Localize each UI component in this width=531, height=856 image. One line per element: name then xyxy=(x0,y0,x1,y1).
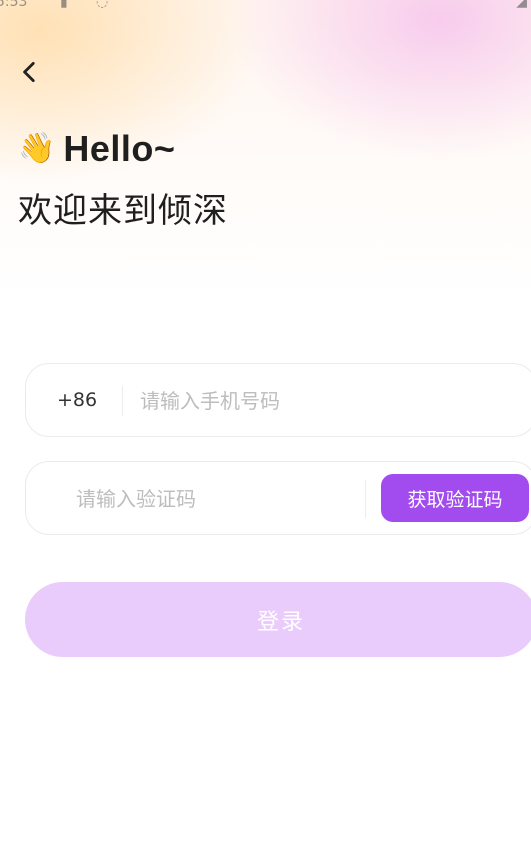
verification-code-input[interactable] xyxy=(76,480,356,518)
status-time: 5:53 xyxy=(0,0,28,10)
phone-input[interactable] xyxy=(140,382,510,420)
divider xyxy=(365,480,366,518)
back-button[interactable] xyxy=(10,52,50,92)
login-screen: 5:53 ▮ ◌ ◢ 👋 Hello~ 欢迎来到倾深 +86 获取验证码 登录 xyxy=(0,0,531,856)
divider xyxy=(122,386,123,416)
waving-hand-icon: 👋 xyxy=(18,131,56,166)
sync-icon: ◌ xyxy=(96,0,109,10)
country-code-selector[interactable]: +86 xyxy=(57,389,97,411)
welcome-title: 欢迎来到倾深 xyxy=(18,191,228,231)
greeting: 👋 Hello~ xyxy=(18,128,175,170)
get-code-button[interactable]: 获取验证码 xyxy=(381,474,529,522)
phone-field: +86 xyxy=(25,363,531,437)
status-bar: 5:53 ▮ ◌ ◢ xyxy=(0,0,531,10)
signal-icon: ◢ xyxy=(516,0,527,10)
login-button[interactable]: 登录 xyxy=(25,582,531,657)
chevron-left-icon xyxy=(23,61,35,83)
sim-card-icon: ▮ xyxy=(60,0,68,10)
greeting-title: Hello~ xyxy=(63,128,176,169)
verification-code-field: 获取验证码 xyxy=(25,461,531,535)
